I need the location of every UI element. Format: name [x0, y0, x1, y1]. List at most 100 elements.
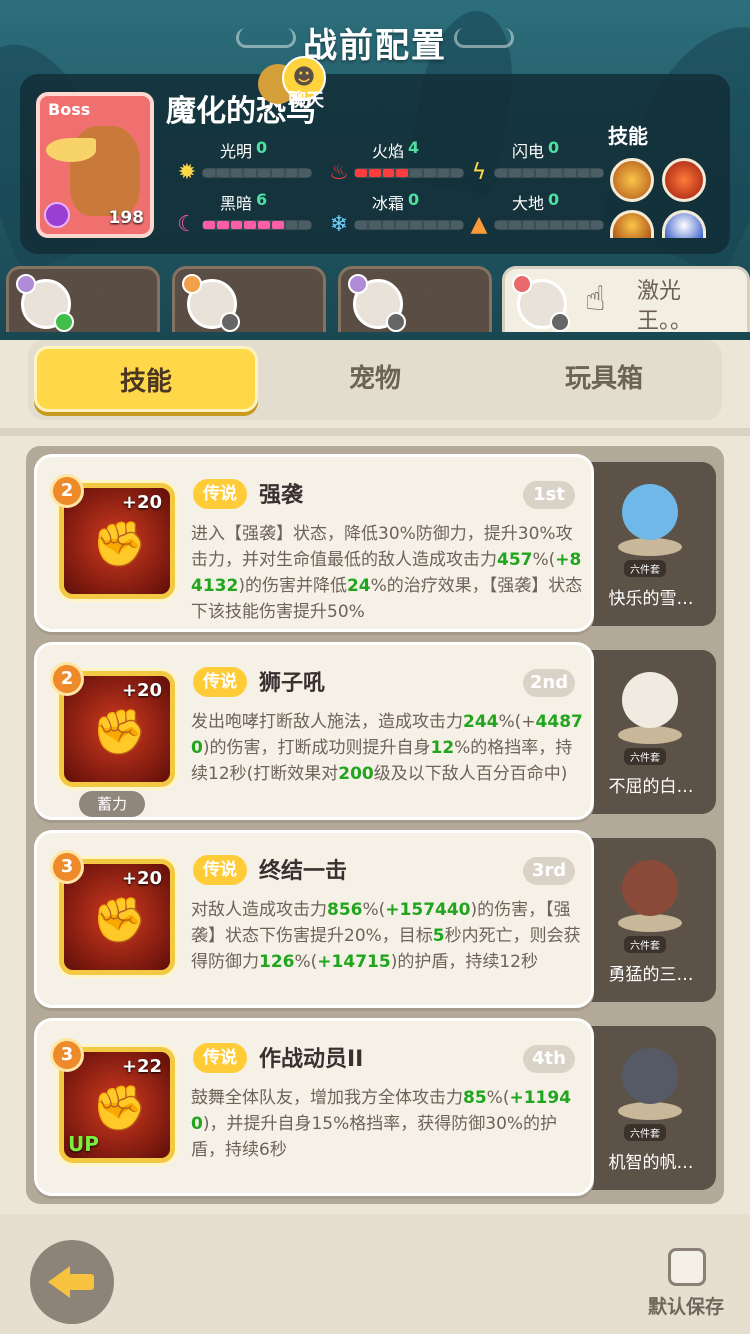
hero-tab-3[interactable]: ☝	[338, 266, 492, 332]
skill-name: 作战动员II	[259, 1047, 364, 1072]
tap-hand-icon: ☝	[255, 279, 276, 319]
config-tabs: 技能 宠物 玩具箱	[28, 340, 722, 420]
attribute-name: 闪电	[512, 142, 545, 161]
boss-level: 198	[108, 208, 145, 228]
pet-name: 勇猛的三…	[608, 965, 694, 985]
pet-name: 不屈的白…	[608, 777, 694, 797]
skill-level-badge: 3	[50, 1038, 84, 1072]
role-badge-icon	[386, 312, 406, 332]
set-label: 六件套	[624, 1124, 666, 1141]
hero-avatar	[16, 274, 74, 332]
attribute-value: 4	[408, 138, 420, 157]
skill-level-badge: 2	[50, 474, 84, 508]
skill-row: 六件套机智的帆… ✊ 3 +22 UP 传说 作战动员II 4th 鼓舞全体队友，增加我方全体攻…	[34, 1018, 716, 1198]
attribute-bar	[494, 220, 604, 230]
skill-glyph-icon: ✊	[92, 1083, 147, 1134]
boss-skill-icon[interactable]	[662, 158, 706, 202]
skill-icon[interactable]: ✊ 2 +20	[50, 662, 175, 787]
hero-tab-1[interactable]: ☝	[6, 266, 160, 332]
skill-icon[interactable]: ✊ 3 +20	[50, 850, 175, 975]
hero-avatar	[182, 274, 240, 332]
attribute-name: 火焰	[372, 142, 405, 161]
attribute-value: 6	[256, 190, 268, 209]
rarity-badge: 传说	[193, 855, 247, 885]
set-label: 六件套	[624, 936, 666, 953]
lightning-icon: ϟ	[471, 160, 487, 185]
upgrade-label: UP	[68, 1132, 99, 1156]
tab-pets[interactable]: 宠物	[263, 346, 487, 412]
role-badge-icon	[220, 312, 240, 332]
boss-skill-icon[interactable]	[662, 210, 706, 238]
skill-row: 六件套 勇猛的三… ✊ 3 +20 传说 终结一击 3rd 对敌人造成攻击力856%(+1574…	[34, 830, 716, 1010]
role-badge-icon	[54, 312, 74, 332]
element-icon	[512, 274, 532, 294]
skill-row: 六件套 不屈的白… ✊ 2 +20 蓄力 传说 狮子吼 2nd 发出咆哮打断敌人施法，造成攻击力2…	[34, 642, 716, 822]
skill-bonus: +20	[121, 868, 162, 889]
tap-hand-icon: ☝	[89, 279, 110, 319]
hero-tab-4[interactable]: ☝ 激光王。。	[502, 266, 750, 334]
element-icon	[182, 274, 202, 294]
boss-skill-icon[interactable]	[610, 210, 654, 238]
pet-name: 机智的帆…	[608, 1153, 694, 1173]
skill-card[interactable]: ✊ 3 +20 传说 终结一击 3rd 对敌人造成攻击力856%(+157440)的伤害，【…	[34, 830, 594, 1008]
pet-name: 快乐的雪…	[608, 589, 694, 609]
default-save-checkbox[interactable]	[668, 1248, 706, 1286]
skill-name: 终结一击	[259, 859, 348, 884]
skill-description: 鼓舞全体队友，增加我方全体攻击力85%(+11940)，并提升自身15%格挡率，…	[191, 1088, 572, 1160]
boss-skill-icon[interactable]	[610, 158, 654, 202]
role-badge-icon	[550, 312, 570, 332]
skill-order: 4th	[523, 1045, 575, 1073]
skill-description: 对敌人造成攻击力856%(+157440)的伤害，【强袭】状态下伤害提升20%，…	[191, 900, 581, 972]
fire-icon: ♨	[329, 160, 349, 185]
tab-toybox[interactable]: 玩具箱	[492, 346, 716, 412]
skill-icon[interactable]: ✊ 2 +20	[50, 474, 175, 599]
pet-figure	[614, 850, 686, 936]
skill-order: 1st	[523, 481, 575, 509]
skill-card[interactable]: ✊ 3 +22 UP 传说 作战动员II 4th 鼓舞全体队友，增加我方全体攻击力85%(+1…	[34, 1018, 594, 1196]
attribute-bar	[354, 168, 464, 178]
snowflake-icon: ❄	[329, 212, 349, 237]
footer-bar: 默认保存	[0, 1214, 750, 1334]
rarity-badge: 传说	[193, 1043, 247, 1073]
page-title: 战前配置	[303, 26, 447, 66]
hero-tab-2[interactable]: ☝	[172, 266, 326, 332]
skill-name: 狮子吼	[259, 671, 326, 696]
charge-badge: 蓄力	[79, 791, 145, 817]
pet-figure	[614, 1038, 686, 1124]
skill-description: 进入【强袭】状态，降低30%防御力，提升30%攻击力，并对生命值最低的敌人造成攻…	[191, 524, 583, 622]
attribute-value: 0	[548, 138, 560, 157]
skill-order: 2nd	[523, 669, 575, 697]
back-button[interactable]	[30, 1240, 114, 1324]
boss-card[interactable]: Boss 198	[36, 92, 154, 238]
attribute-bar	[494, 168, 604, 178]
moon-icon: ☾	[177, 212, 197, 237]
attribute-bar	[202, 168, 312, 178]
attribute-value: 0	[548, 190, 560, 209]
attribute-bar	[202, 220, 312, 230]
skill-level-badge: 3	[50, 850, 84, 884]
skill-level-badge: 2	[50, 662, 84, 696]
pet-figure	[614, 662, 686, 748]
attribute-name: 光明	[220, 142, 253, 161]
pet-card[interactable]: 六件套快乐的雪…	[586, 462, 716, 626]
tab-skills[interactable]: 技能	[34, 346, 258, 412]
tap-hand-icon: ☝	[585, 279, 606, 319]
skill-card[interactable]: ✊ 2 +20 蓄力 传说 狮子吼 2nd 发出咆哮打断敌人施法，造成攻击力244%(+448…	[34, 642, 594, 820]
pet-card[interactable]: 六件套机智的帆…	[586, 1026, 716, 1190]
skill-name: 强袭	[259, 483, 304, 508]
chat-label[interactable]: 聊天	[288, 86, 324, 112]
set-label: 六件套	[624, 560, 666, 577]
skill-icon[interactable]: ✊ 3 +22 UP	[50, 1038, 175, 1163]
boss-skills-label: 技能	[608, 124, 648, 148]
default-save-label[interactable]: 默认保存	[648, 1292, 724, 1319]
attribute-value: 0	[408, 190, 420, 209]
skill-description: 发出咆哮打断敌人施法，造成攻击力244%(+44870)的伤害，打断成功则提升自…	[191, 712, 583, 784]
pet-card[interactable]: 六件套 不屈的白…	[586, 650, 716, 814]
skill-bonus: +20	[121, 680, 162, 701]
skill-card[interactable]: ✊ 2 +20 传说 强袭 1st 进入【强袭】状态，降低30%防御力，提升30%攻击力，并…	[34, 454, 594, 632]
hero-avatar	[512, 274, 570, 332]
attribute-name: 黑暗	[220, 194, 253, 213]
pet-card[interactable]: 六件套勇猛的三…	[586, 838, 716, 1002]
rarity-badge: 传说	[193, 667, 247, 697]
attribute-name: 冰霜	[372, 194, 405, 213]
